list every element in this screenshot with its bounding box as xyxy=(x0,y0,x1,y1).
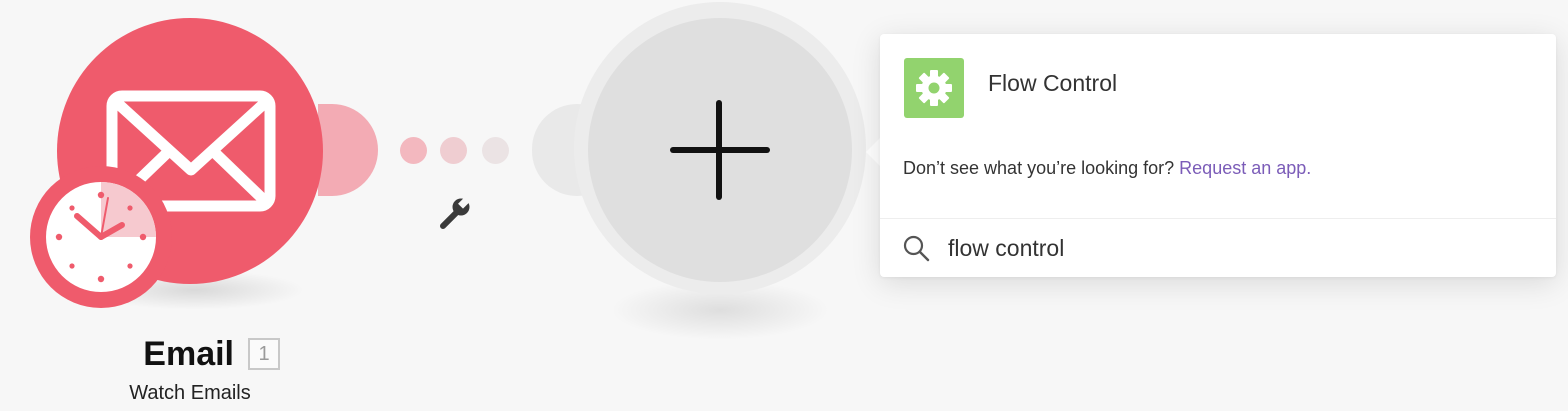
missing-app-hint: Don’t see what you’re looking for? Reque… xyxy=(903,158,1311,179)
gear-icon xyxy=(916,70,952,106)
connection-dot xyxy=(482,137,509,164)
search-icon xyxy=(903,235,930,262)
app-result-flow-control[interactable]: Flow Control xyxy=(880,48,1556,140)
connection-dot xyxy=(400,137,427,164)
clock-icon xyxy=(46,182,156,292)
connection-dot xyxy=(440,137,467,164)
module-index-badge: 1 xyxy=(248,338,280,370)
plus-icon-bar xyxy=(670,147,770,153)
wrench-icon[interactable] xyxy=(436,196,472,232)
module-connector-handle[interactable] xyxy=(318,104,378,196)
module-title-row: Email 1 xyxy=(100,332,280,376)
request-app-link[interactable]: Request an app. xyxy=(1179,158,1311,178)
panel-pointer xyxy=(866,138,880,166)
module-title: Email xyxy=(143,334,234,373)
app-search-input[interactable] xyxy=(948,228,1538,268)
app-icon-tile xyxy=(904,58,964,118)
app-result-label: Flow Control xyxy=(988,70,1118,96)
panel-divider xyxy=(880,218,1556,219)
missing-app-text: Don’t see what you’re looking for? xyxy=(903,158,1175,178)
module-subtitle: Watch Emails xyxy=(129,382,251,404)
app-search-panel: Flow Control Don’t see what you’re looki… xyxy=(880,34,1556,277)
